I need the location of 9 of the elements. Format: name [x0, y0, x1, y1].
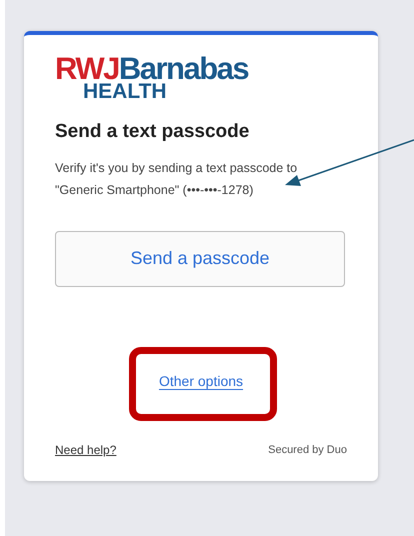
logo-text: Barnabas	[118, 53, 248, 84]
logo-text: RWJ	[55, 53, 119, 84]
help-link[interactable]: Need help?	[55, 441, 116, 459]
logo-subtext: HEALTH	[83, 81, 168, 102]
send-passcode-button[interactable]: Send a passcode	[55, 230, 345, 286]
other-options-link[interactable]: Other options	[158, 370, 244, 392]
secured-by-text: Secured by Duo	[268, 442, 347, 458]
page-title: Send a text passcode	[55, 120, 250, 144]
description-text: Verify it's you by sending a text passcode to "Generic Smartphone" (•••-•••-1278)	[55, 160, 298, 199]
